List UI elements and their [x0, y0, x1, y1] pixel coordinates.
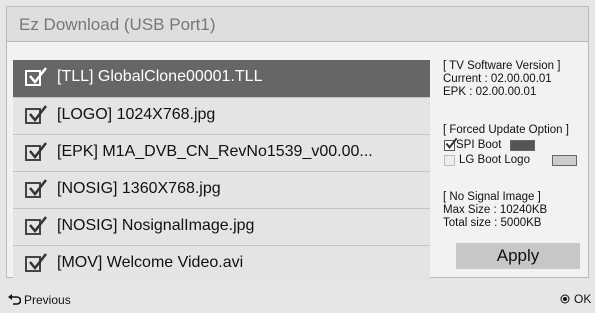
checkmark-icon — [29, 105, 47, 122]
current-version: Current : 02.00.00.01 — [443, 73, 552, 85]
file-row[interactable]: [LOGO] 1024X768.jpg — [13, 97, 430, 134]
lg-boot-logo-checkbox[interactable] — [444, 155, 455, 166]
ez-download-dialog: Ez Download (USB Port1) [TLL] GlobalClon… — [0, 0, 595, 313]
lg-boot-logo-swatch — [552, 155, 577, 166]
title-bar: Ez Download (USB Port1) — [6, 6, 589, 42]
checkmark-icon — [29, 142, 47, 159]
ok-dot-icon — [560, 294, 570, 304]
file-row[interactable]: [MOV] Welcome Video.avi — [13, 245, 430, 282]
file-name: [EPK] M1A_DVB_CN_RevNo1539_v00.00... — [57, 143, 373, 160]
software-version-heading: [ TV Software Version ] — [443, 60, 561, 72]
previous-label: Previous — [24, 293, 71, 307]
file-name: [NOSIG] NosignalImage.jpg — [57, 217, 255, 234]
forced-update-heading: [ Forced Update Option ] — [443, 124, 569, 136]
file-name: [MOV] Welcome Video.avi — [57, 254, 244, 271]
file-list: [TLL] GlobalClone00001.TLL [LOGO] 1024X7… — [13, 60, 430, 282]
total-size: Total size : 5000KB — [443, 217, 542, 229]
lg-boot-logo-label: LG Boot Logo — [459, 154, 530, 166]
apply-button[interactable]: Apply — [456, 243, 580, 269]
file-checkbox[interactable] — [25, 105, 47, 124]
file-checkbox[interactable] — [25, 216, 47, 235]
file-name: [NOSIG] 1360X768.jpg — [57, 180, 221, 197]
file-checkbox[interactable] — [25, 67, 47, 86]
checkmark-icon — [29, 216, 47, 233]
spi-boot-swatch — [510, 140, 535, 151]
file-checkbox[interactable] — [25, 253, 47, 272]
no-signal-heading: [ No Signal Image ] — [443, 191, 541, 203]
spi-boot-checkbox[interactable] — [444, 137, 458, 151]
previous-button[interactable]: Previous — [8, 293, 71, 307]
return-arrow-icon — [8, 294, 21, 305]
file-row[interactable]: [EPK] M1A_DVB_CN_RevNo1539_v00.00... — [13, 134, 430, 171]
file-name: [TLL] GlobalClone00001.TLL — [57, 68, 263, 85]
footer-bar: Previous OK — [0, 285, 595, 313]
epk-version: EPK : 02.00.00.01 — [443, 86, 537, 98]
checkmark-icon — [29, 253, 47, 270]
dialog-title: Ez Download (USB Port1) — [19, 15, 216, 34]
ok-button[interactable]: OK — [560, 292, 591, 306]
file-checkbox[interactable] — [25, 142, 47, 161]
file-row[interactable]: [NOSIG] 1360X768.jpg — [13, 171, 430, 208]
ok-label: OK — [574, 292, 592, 306]
spi-boot-label: SPI Boot — [456, 139, 502, 151]
file-row[interactable]: [NOSIG] NosignalImage.jpg — [13, 208, 430, 245]
file-row[interactable]: [TLL] GlobalClone00001.TLL — [13, 60, 430, 97]
file-name: [LOGO] 1024X768.jpg — [57, 106, 216, 123]
checkmark-icon — [29, 67, 47, 84]
checkmark-icon — [29, 179, 47, 196]
file-checkbox[interactable] — [25, 179, 47, 198]
max-size: Max Size : 10240KB — [443, 204, 548, 216]
